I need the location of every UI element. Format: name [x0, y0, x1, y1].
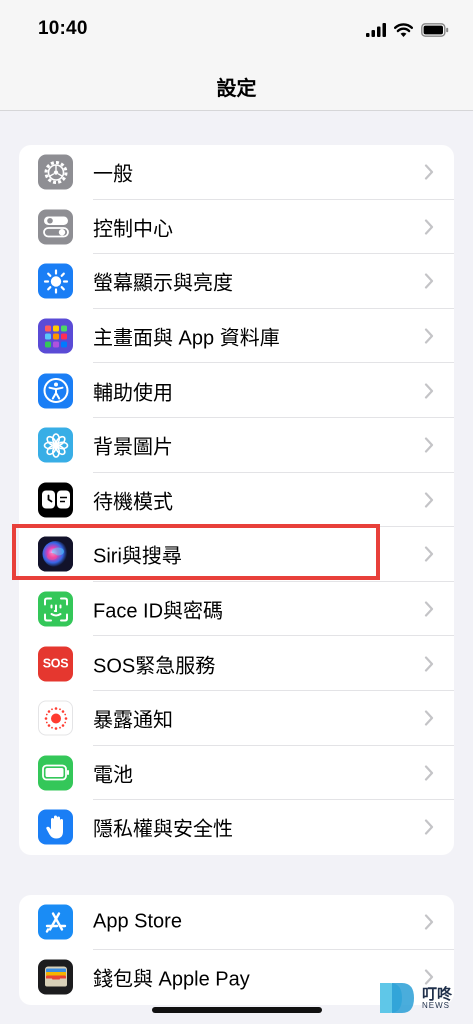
settings-row-display-brightness[interactable]: 螢幕顯示與亮度 — [19, 254, 454, 309]
row-label: 隱私權與安全性 — [93, 818, 233, 841]
app-grid-icon — [38, 318, 73, 354]
sos-icon-text: SOS — [42, 656, 69, 671]
row-label: 控制中心 — [93, 218, 173, 241]
chevron-right-icon — [424, 656, 434, 672]
settings-row-home-screen-app-library[interactable]: 主畫面與 App 資料庫 — [19, 309, 454, 364]
row-label: 輔助使用 — [93, 382, 173, 405]
accessibility-icon — [38, 373, 73, 409]
chevron-right-icon — [424, 273, 434, 290]
chevron-right-icon — [424, 492, 434, 508]
cellular-signal-icon — [366, 23, 386, 37]
settings-group-main: 一般 控制中心 螢幕顯示與亮度 主畫面與 App 資料庫 輔助使用 背景圖片 待… — [19, 145, 454, 855]
chevron-right-icon — [424, 819, 434, 836]
row-label: App Store — [93, 910, 182, 933]
chevron-right-icon — [424, 164, 434, 180]
settings-row-emergency-sos[interactable]: SOS SOS緊急服務 — [19, 636, 454, 691]
settings-row-control-center[interactable]: 控制中心 — [19, 200, 454, 255]
settings-row-app-store[interactable]: App Store — [19, 895, 454, 950]
chevron-right-icon — [424, 383, 434, 399]
settings-row-accessibility[interactable]: 輔助使用 — [19, 363, 454, 418]
row-label: SOS緊急服務 — [93, 655, 216, 678]
chevron-right-icon — [424, 710, 434, 726]
chevron-right-icon — [424, 765, 434, 781]
row-label: 螢幕顯示與亮度 — [93, 272, 233, 295]
toggles-icon — [38, 209, 73, 245]
watermark-logo: 叮咚 NEWS — [378, 978, 468, 1018]
wallet-icon — [38, 959, 73, 995]
flower-icon — [38, 427, 73, 463]
settings-row-wallpaper[interactable]: 背景圖片 — [19, 418, 454, 473]
row-label: 主畫面與 App 資料庫 — [93, 327, 280, 350]
status-icons — [366, 20, 449, 40]
settings-row-privacy-security[interactable]: 隱私權與安全性 — [19, 800, 454, 855]
battery-icon — [38, 755, 73, 791]
exposure-icon — [38, 700, 73, 736]
wifi-icon — [394, 23, 413, 37]
page-title: 設定 — [216, 78, 257, 100]
gear-icon — [38, 154, 73, 190]
status-time: 10:40 — [38, 18, 88, 39]
watermark-text: 叮咚 NEWS — [422, 987, 452, 1010]
row-label: 一般 — [93, 163, 133, 186]
row-label: 錢包與 Apple Pay — [93, 968, 250, 991]
row-label: Face ID與密碼 — [93, 600, 224, 623]
chevron-right-icon — [424, 601, 434, 617]
navigation-bar: 設定 — [0, 60, 473, 111]
row-label: 電池 — [93, 764, 133, 787]
sun-icon — [38, 263, 73, 299]
highlight-box — [12, 524, 380, 580]
face-id-icon — [38, 591, 73, 627]
chevron-right-icon — [424, 437, 434, 453]
chevron-right-icon — [424, 914, 434, 930]
battery-status-icon — [421, 23, 449, 37]
settings-row-standby[interactable]: 待機模式 — [19, 473, 454, 528]
chevron-right-icon — [424, 546, 434, 563]
settings-row-battery[interactable]: 電池 — [19, 746, 454, 801]
home-indicator — [152, 1007, 322, 1013]
settings-row-general[interactable]: 一般 — [19, 145, 454, 200]
watermark-title: 叮咚 — [422, 985, 453, 1003]
row-label: 暴露通知 — [93, 709, 173, 732]
sos-icon: SOS — [38, 646, 73, 682]
row-label: 背景圖片 — [93, 436, 173, 459]
row-label: 待機模式 — [93, 491, 173, 514]
standby-icon — [38, 482, 73, 518]
app-store-icon — [38, 904, 73, 940]
hand-icon — [38, 809, 73, 845]
watermark-d-icon — [380, 983, 414, 1013]
settings-row-exposure-notifications[interactable]: 暴露通知 — [19, 691, 454, 746]
watermark-subtitle: NEWS — [422, 1000, 450, 1010]
chevron-right-icon — [424, 328, 434, 344]
status-bar: 10:40 — [0, 0, 473, 60]
chevron-right-icon — [424, 219, 434, 235]
settings-row-face-id-passcode[interactable]: Face ID與密碼 — [19, 582, 454, 637]
